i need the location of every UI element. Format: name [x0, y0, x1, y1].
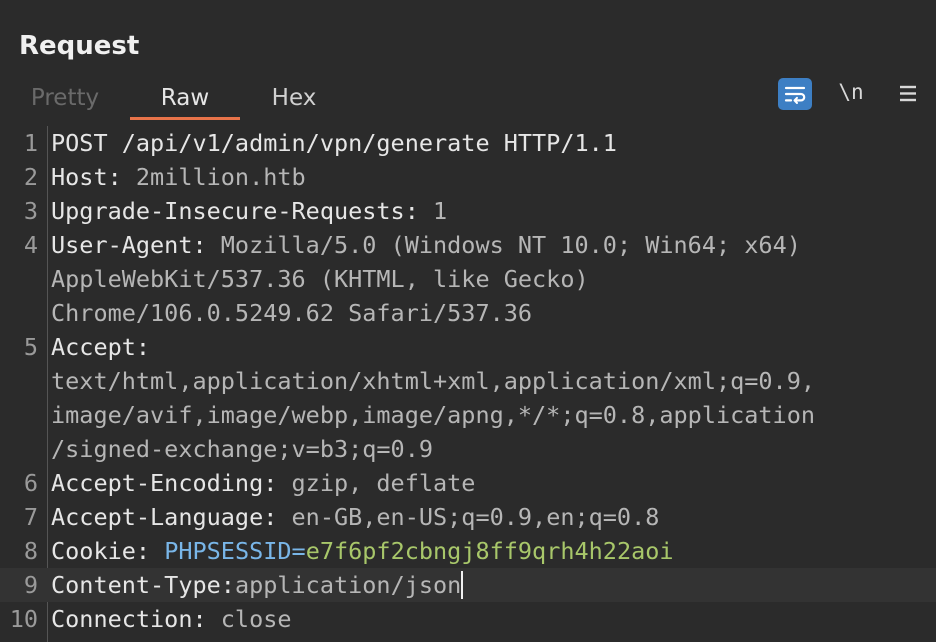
word-wrap-button[interactable] [778, 78, 812, 110]
header-key: Connection: [51, 605, 207, 633]
line-number: 5 [23, 333, 38, 361]
active-tab-indicator [130, 117, 240, 120]
request-line-text: POST /api/v1/admin/vpn/generate HTTP/1.1 [51, 129, 617, 157]
code-line-wrap: AppleWebKit/537.36 (KHTML, like Gecko) [0, 262, 936, 296]
header-text: Cookie: PHPSESSID=e7f6pf2cbngj8ff9qrh4h2… [51, 534, 674, 568]
header-value-continuation: image/avif,image/webp,image/apng,*/*;q=0… [51, 401, 816, 429]
code-line: 5 Accept: [0, 330, 936, 364]
code-line: 2 Host: 2million.htb [0, 160, 936, 194]
tab-pretty[interactable]: Pretty [20, 78, 110, 118]
code-line-current: 9 Content-Type:application/json [0, 568, 936, 602]
header-value: gzip, deflate [277, 469, 476, 497]
header-key: Accept: [51, 333, 151, 361]
code-line-wrap: text/html,application/xhtml+xml,applicat… [0, 364, 936, 398]
header-value: close [206, 605, 292, 633]
code-line-wrap: /signed-exchange;v=b3;q=0.9 [0, 432, 936, 466]
line-number: 9 [23, 571, 38, 599]
cookie-name: PHPSESSID= [164, 537, 306, 565]
header-key: User-Agent: [51, 231, 207, 259]
cookie-value: e7f6pf2cbngj8ff9qrh4h22aoi [305, 537, 674, 565]
header-value: en-GB,en-US;q=0.9,en;q=0.8 [277, 503, 660, 531]
header-text: User-Agent: Mozilla/5.0 (Windows NT 10.0… [51, 228, 801, 262]
tab-raw[interactable]: Raw [130, 78, 240, 118]
header-text: Host: 2million.htb [51, 160, 306, 194]
show-newlines-button[interactable]: \n [833, 76, 869, 108]
header-value-continuation: AppleWebKit/537.36 (KHTML, like Gecko) [51, 265, 589, 293]
header-value: Mozilla/5.0 (Windows NT 10.0; Win64; x64… [206, 231, 801, 259]
header-text: Content-Type:application/json [51, 568, 464, 602]
header-key: Host: [51, 163, 122, 191]
header-text: Connection: close [51, 602, 292, 636]
code-line: 10 Connection: close [0, 602, 936, 636]
code-line: 7 Accept-Language: en-GB,en-US;q=0.9,en;… [0, 500, 936, 534]
header-value: 1 [418, 197, 448, 225]
code-line: 8 Cookie: PHPSESSID=e7f6pf2cbngj8ff9qrh4… [0, 534, 936, 568]
line-number: 3 [23, 197, 38, 225]
header-text: Accept-Encoding: gzip, deflate [51, 466, 475, 500]
request-editor[interactable]: 1 POST /api/v1/admin/vpn/generate HTTP/1… [0, 126, 936, 642]
header-key: Accept-Language: [51, 503, 278, 531]
header-text: Accept-Language: en-GB,en-US;q=0.9,en;q=… [51, 500, 659, 534]
header-key: Upgrade-Insecure-Requests: [51, 197, 419, 225]
code-line-wrap: Chrome/106.0.5249.62 Safari/537.36 [0, 296, 936, 330]
tab-hex[interactable]: Hex [252, 78, 336, 118]
request-panel: Request Pretty Raw Hex \n 1 POST /api/v1… [0, 0, 936, 642]
hamburger-menu-icon [900, 85, 916, 102]
options-menu-button[interactable] [890, 78, 926, 110]
header-value-continuation: text/html,application/xhtml+xml,applicat… [51, 367, 816, 395]
code-line-wrap: image/avif,image/webp,image/apng,*/*;q=0… [0, 398, 936, 432]
line-number: 1 [23, 129, 38, 157]
line-number: 7 [23, 503, 38, 531]
code-line: 4 User-Agent: Mozilla/5.0 (Windows NT 10… [0, 228, 936, 262]
line-number: 2 [23, 163, 38, 191]
code-line: 3 Upgrade-Insecure-Requests: 1 [0, 194, 936, 228]
header-text: Upgrade-Insecure-Requests: 1 [51, 194, 447, 228]
line-number: 8 [23, 537, 38, 565]
code-line: 6 Accept-Encoding: gzip, deflate [0, 466, 936, 500]
code-line: 1 POST /api/v1/admin/vpn/generate HTTP/1… [0, 126, 936, 160]
header-value-continuation: Chrome/106.0.5249.62 Safari/537.36 [51, 299, 533, 327]
header-value: application/json [234, 571, 462, 599]
text-cursor [461, 570, 464, 599]
word-wrap-icon [784, 86, 806, 104]
line-number: 6 [23, 469, 38, 497]
header-value-continuation: /signed-exchange;v=b3;q=0.9 [51, 435, 434, 463]
panel-title: Request [19, 31, 140, 61]
line-number: 4 [23, 231, 38, 259]
header-key: Cookie: [51, 537, 151, 565]
header-key: Content-Type: [51, 571, 235, 599]
header-key: Accept-Encoding: [51, 469, 278, 497]
header-value: 2million.htb [121, 163, 306, 191]
header-value [150, 537, 164, 565]
line-number: 10 [9, 605, 38, 633]
